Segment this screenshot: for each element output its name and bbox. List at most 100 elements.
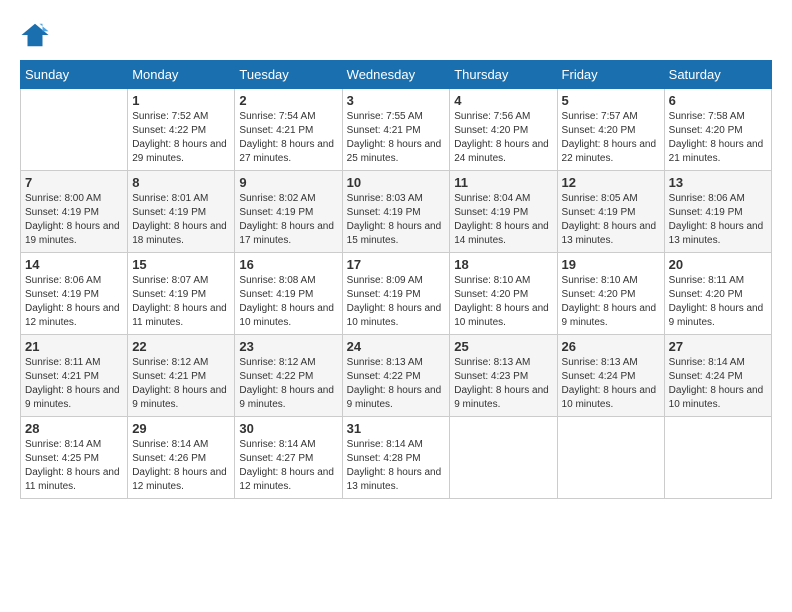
calendar-cell: 17 Sunrise: 8:09 AMSunset: 4:19 PMDayligh… xyxy=(342,253,450,335)
logo xyxy=(20,20,54,50)
day-info: Sunrise: 8:11 AMSunset: 4:20 PMDaylight:… xyxy=(669,274,767,330)
calendar-cell: 31 Sunrise: 8:14 AMSunset: 4:28 PMDayligh… xyxy=(342,417,450,499)
calendar-cell: 11 Sunrise: 8:04 AMSunset: 4:19 PMDayligh… xyxy=(450,171,557,253)
calendar-cell: 23 Sunrise: 8:12 AMSunset: 4:22 PMDayligh… xyxy=(235,335,342,417)
weekday-header-saturday: Saturday xyxy=(664,61,771,89)
day-info: Sunrise: 7:55 AMSunset: 4:21 PMDaylight:… xyxy=(347,110,446,166)
weekday-header-tuesday: Tuesday xyxy=(235,61,342,89)
day-info: Sunrise: 8:14 AMSunset: 4:26 PMDaylight:… xyxy=(132,438,230,494)
day-number: 4 xyxy=(454,93,552,108)
day-number: 11 xyxy=(454,175,552,190)
day-info: Sunrise: 7:52 AMSunset: 4:22 PMDaylight:… xyxy=(132,110,230,166)
day-number: 21 xyxy=(25,339,123,354)
day-number: 10 xyxy=(347,175,446,190)
day-info: Sunrise: 7:54 AMSunset: 4:21 PMDaylight:… xyxy=(239,110,337,166)
day-number: 30 xyxy=(239,421,337,436)
calendar-cell: 9 Sunrise: 8:02 AMSunset: 4:19 PMDaylight… xyxy=(235,171,342,253)
day-number: 28 xyxy=(25,421,123,436)
calendar-cell: 22 Sunrise: 8:12 AMSunset: 4:21 PMDayligh… xyxy=(128,335,235,417)
day-info: Sunrise: 7:57 AMSunset: 4:20 PMDaylight:… xyxy=(562,110,660,166)
calendar-week-row: 21 Sunrise: 8:11 AMSunset: 4:21 PMDayligh… xyxy=(21,335,772,417)
day-info: Sunrise: 8:14 AMSunset: 4:25 PMDaylight:… xyxy=(25,438,123,494)
day-number: 23 xyxy=(239,339,337,354)
day-info: Sunrise: 8:04 AMSunset: 4:19 PMDaylight:… xyxy=(454,192,552,248)
calendar-cell: 30 Sunrise: 8:14 AMSunset: 4:27 PMDayligh… xyxy=(235,417,342,499)
calendar-week-row: 14 Sunrise: 8:06 AMSunset: 4:19 PMDayligh… xyxy=(21,253,772,335)
day-info: Sunrise: 8:12 AMSunset: 4:22 PMDaylight:… xyxy=(239,356,337,412)
calendar-cell: 1 Sunrise: 7:52 AMSunset: 4:22 PMDaylight… xyxy=(128,89,235,171)
day-info: Sunrise: 8:13 AMSunset: 4:22 PMDaylight:… xyxy=(347,356,446,412)
day-number: 15 xyxy=(132,257,230,272)
calendar-cell xyxy=(21,89,128,171)
calendar-week-row: 1 Sunrise: 7:52 AMSunset: 4:22 PMDaylight… xyxy=(21,89,772,171)
calendar-cell: 16 Sunrise: 8:08 AMSunset: 4:19 PMDayligh… xyxy=(235,253,342,335)
calendar-cell: 18 Sunrise: 8:10 AMSunset: 4:20 PMDayligh… xyxy=(450,253,557,335)
day-number: 24 xyxy=(347,339,446,354)
day-number: 17 xyxy=(347,257,446,272)
day-info: Sunrise: 8:14 AMSunset: 4:27 PMDaylight:… xyxy=(239,438,337,494)
day-info: Sunrise: 8:03 AMSunset: 4:19 PMDaylight:… xyxy=(347,192,446,248)
calendar-cell: 4 Sunrise: 7:56 AMSunset: 4:20 PMDaylight… xyxy=(450,89,557,171)
day-info: Sunrise: 8:14 AMSunset: 4:24 PMDaylight:… xyxy=(669,356,767,412)
calendar: SundayMondayTuesdayWednesdayThursdayFrid… xyxy=(20,60,772,499)
day-number: 13 xyxy=(669,175,767,190)
day-number: 12 xyxy=(562,175,660,190)
calendar-cell: 6Sunrise: 7:58 AMSunset: 4:20 PMDaylight… xyxy=(664,89,771,171)
day-info: Sunrise: 8:11 AMSunset: 4:21 PMDaylight:… xyxy=(25,356,123,412)
day-info: Sunrise: 8:10 AMSunset: 4:20 PMDaylight:… xyxy=(454,274,552,330)
calendar-cell: 24 Sunrise: 8:13 AMSunset: 4:22 PMDayligh… xyxy=(342,335,450,417)
day-number: 3 xyxy=(347,93,446,108)
day-info: Sunrise: 8:00 AMSunset: 4:19 PMDaylight:… xyxy=(25,192,123,248)
day-info: Sunrise: 8:08 AMSunset: 4:19 PMDaylight:… xyxy=(239,274,337,330)
weekday-header-wednesday: Wednesday xyxy=(342,61,450,89)
calendar-cell: 2 Sunrise: 7:54 AMSunset: 4:21 PMDaylight… xyxy=(235,89,342,171)
day-number: 8 xyxy=(132,175,230,190)
day-info: Sunrise: 8:07 AMSunset: 4:19 PMDaylight:… xyxy=(132,274,230,330)
day-number: 22 xyxy=(132,339,230,354)
calendar-cell xyxy=(664,417,771,499)
calendar-week-row: 28 Sunrise: 8:14 AMSunset: 4:25 PMDayligh… xyxy=(21,417,772,499)
day-info: Sunrise: 8:06 AMSunset: 4:19 PMDaylight:… xyxy=(25,274,123,330)
day-number: 7 xyxy=(25,175,123,190)
weekday-header-thursday: Thursday xyxy=(450,61,557,89)
calendar-cell: 12 Sunrise: 8:05 AMSunset: 4:19 PMDayligh… xyxy=(557,171,664,253)
day-number: 16 xyxy=(239,257,337,272)
calendar-cell: 27 Sunrise: 8:14 AMSunset: 4:24 PMDayligh… xyxy=(664,335,771,417)
weekday-header-monday: Monday xyxy=(128,61,235,89)
day-number: 6 xyxy=(669,93,767,108)
day-number: 9 xyxy=(239,175,337,190)
day-info: Sunrise: 8:09 AMSunset: 4:19 PMDaylight:… xyxy=(347,274,446,330)
calendar-cell: 13 Sunrise: 8:06 AMSunset: 4:19 PMDayligh… xyxy=(664,171,771,253)
day-info: Sunrise: 8:06 AMSunset: 4:19 PMDaylight:… xyxy=(669,192,767,248)
day-number: 18 xyxy=(454,257,552,272)
day-number: 19 xyxy=(562,257,660,272)
day-info: Sunrise: 8:05 AMSunset: 4:19 PMDaylight:… xyxy=(562,192,660,248)
calendar-cell xyxy=(557,417,664,499)
day-number: 2 xyxy=(239,93,337,108)
logo-icon xyxy=(20,20,50,50)
day-info: Sunrise: 7:56 AMSunset: 4:20 PMDaylight:… xyxy=(454,110,552,166)
calendar-cell: 14 Sunrise: 8:06 AMSunset: 4:19 PMDayligh… xyxy=(21,253,128,335)
calendar-cell: 5Sunrise: 7:57 AMSunset: 4:20 PMDaylight… xyxy=(557,89,664,171)
calendar-cell: 3 Sunrise: 7:55 AMSunset: 4:21 PMDaylight… xyxy=(342,89,450,171)
calendar-week-row: 7 Sunrise: 8:00 AMSunset: 4:19 PMDaylight… xyxy=(21,171,772,253)
day-number: 1 xyxy=(132,93,230,108)
day-number: 31 xyxy=(347,421,446,436)
calendar-cell: 20Sunrise: 8:11 AMSunset: 4:20 PMDayligh… xyxy=(664,253,771,335)
day-info: Sunrise: 8:02 AMSunset: 4:19 PMDaylight:… xyxy=(239,192,337,248)
day-number: 14 xyxy=(25,257,123,272)
day-info: Sunrise: 8:12 AMSunset: 4:21 PMDaylight:… xyxy=(132,356,230,412)
calendar-cell: 21 Sunrise: 8:11 AMSunset: 4:21 PMDayligh… xyxy=(21,335,128,417)
day-number: 27 xyxy=(669,339,767,354)
calendar-cell: 15 Sunrise: 8:07 AMSunset: 4:19 PMDayligh… xyxy=(128,253,235,335)
page-header xyxy=(20,20,772,50)
day-number: 26 xyxy=(562,339,660,354)
weekday-header-friday: Friday xyxy=(557,61,664,89)
day-info: Sunrise: 8:14 AMSunset: 4:28 PMDaylight:… xyxy=(347,438,446,494)
calendar-cell: 8Sunrise: 8:01 AMSunset: 4:19 PMDaylight… xyxy=(128,171,235,253)
day-info: Sunrise: 8:10 AMSunset: 4:20 PMDaylight:… xyxy=(562,274,660,330)
weekday-header-row: SundayMondayTuesdayWednesdayThursdayFrid… xyxy=(21,61,772,89)
calendar-cell: 28 Sunrise: 8:14 AMSunset: 4:25 PMDayligh… xyxy=(21,417,128,499)
day-info: Sunrise: 8:13 AMSunset: 4:23 PMDaylight:… xyxy=(454,356,552,412)
weekday-header-sunday: Sunday xyxy=(21,61,128,89)
